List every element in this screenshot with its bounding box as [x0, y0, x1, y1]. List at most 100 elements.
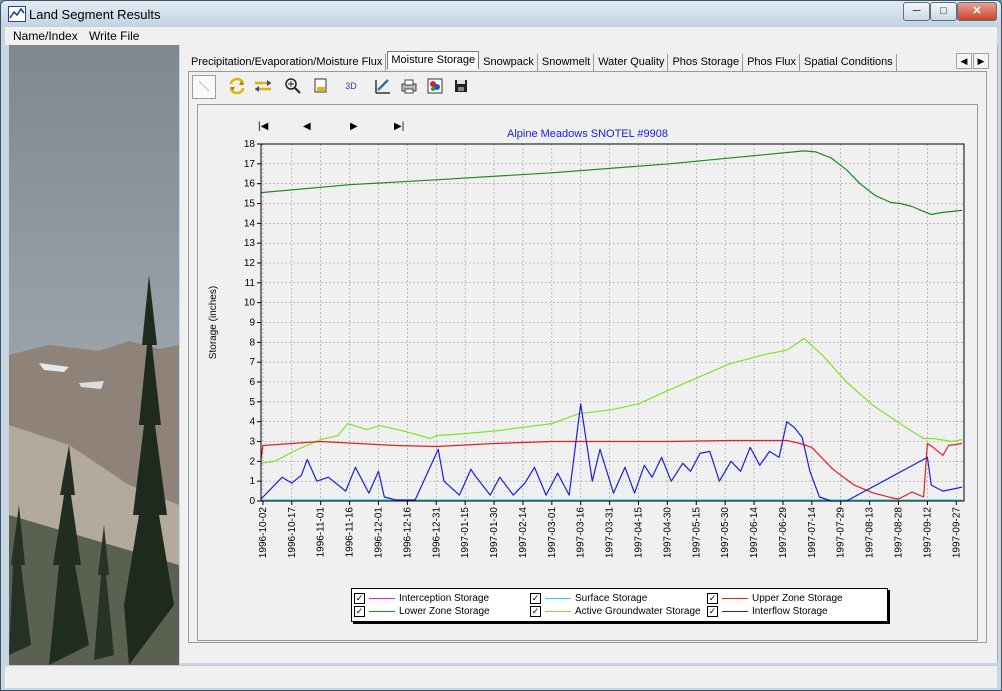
status-bar [5, 665, 997, 688]
3d-icon[interactable]: 3D [340, 75, 362, 97]
x-tick-label: 1997-02-14 [518, 507, 529, 559]
title-bar[interactable]: Land Segment Results ─ □ ✕ [1, 1, 1001, 27]
edit-chart-icon[interactable] [372, 75, 394, 97]
legend-item-interflow-storage[interactable]: ✓ Interflow Storage [707, 605, 828, 618]
x-tick-label: 1997-06-29 [778, 507, 789, 559]
maximize-button[interactable]: □ [930, 2, 957, 21]
x-tick-label: 1997-07-14 [807, 507, 818, 559]
y-tick-label: 12 [244, 258, 256, 269]
x-tick-label: 1997-05-15 [691, 507, 702, 559]
y-tick-label: 14 [244, 218, 256, 229]
x-tick-label: 1997-06-14 [749, 507, 760, 559]
y-tick-label: 15 [244, 199, 256, 210]
color-palette-icon[interactable] [424, 75, 446, 97]
y-tick-label: 8 [249, 337, 255, 348]
x-tick-label: 1997-07-29 [836, 507, 847, 559]
y-tick-label: 18 [244, 139, 256, 150]
tab-strip: Precipitation/Evaporation/Moisture Flux M… [188, 51, 898, 71]
application-window: Land Segment Results ─ □ ✕ Name/Index Wr… [0, 0, 1002, 691]
y-tick-label: 17 [244, 159, 256, 170]
legend-label: Active Groundwater Storage [575, 606, 701, 617]
page-setup-icon[interactable] [310, 75, 332, 97]
legend-checkbox[interactable]: ✓ [707, 605, 718, 617]
save-icon[interactable] [450, 75, 472, 97]
refresh-icon[interactable] [226, 75, 248, 97]
tab-precipitation-evaporation-moisture-flux[interactable]: Precipitation/Evaporation/Moisture Flux [188, 54, 387, 71]
tab-scroll-left-button[interactable]: ◀ [956, 53, 972, 69]
legend-label: Upper Zone Storage [752, 593, 843, 604]
legend-label: Lower Zone Storage [399, 606, 490, 617]
legend-swatch [545, 610, 571, 612]
tab-snowmelt[interactable]: Snowmelt [539, 54, 595, 71]
legend-swatch [369, 610, 395, 612]
y-tick-label: 0 [249, 496, 255, 507]
menu-write-file[interactable]: Write File [89, 29, 139, 43]
zoom-icon[interactable] [282, 75, 304, 97]
legend-item-upper-zone-storage[interactable]: ✓ Upper Zone Storage [707, 592, 843, 605]
x-tick-label: 1997-09-12 [922, 507, 933, 559]
x-tick-label: 1997-03-31 [605, 507, 616, 559]
tab-moisture-storage[interactable]: Moisture Storage [387, 51, 480, 69]
legend-label: Surface Storage [575, 593, 648, 604]
chart-legend: ✓ Interception Storage ✓ Surface Storage ✓ Up… [351, 588, 888, 622]
x-tick-label: 1997-05-30 [720, 507, 731, 559]
x-tick-label: 1996-12-16 [402, 507, 413, 559]
x-tick-label: 1997-04-15 [634, 507, 645, 559]
y-tick-label: 1 [249, 476, 255, 487]
x-tick-label: 1996-11-16 [345, 507, 356, 558]
x-tick-label: 1996-12-31 [431, 507, 442, 559]
legend-checkbox[interactable]: ✓ [707, 592, 718, 604]
x-tick-label: 1997-01-30 [489, 507, 500, 559]
legend-swatch [369, 597, 395, 599]
tab-scroll-arrows: ◀ ▶ [955, 53, 989, 69]
menu-bar: Name/Index Write File [5, 27, 997, 45]
tab-snowpack[interactable]: Snowpack [480, 54, 538, 71]
legend-item-surface-storage[interactable]: ✓ Surface Storage [530, 592, 647, 605]
legend-label: Interflow Storage [752, 606, 828, 617]
tab-scroll-right-button[interactable]: ▶ [973, 53, 989, 69]
x-tick-label: 1997-01-15 [460, 507, 471, 559]
legend-swatch [722, 597, 748, 599]
landscape-photo [9, 45, 179, 665]
x-tick-label: 1996-10-17 [287, 507, 298, 559]
minimize-button[interactable]: ─ [903, 2, 930, 21]
pointer-icon[interactable] [192, 75, 216, 99]
legend-item-interception-storage[interactable]: ✓ Interception Storage [354, 592, 489, 605]
tab-phos-storage[interactable]: Phos Storage [669, 54, 744, 71]
y-tick-label: 16 [244, 179, 256, 190]
y-tick-label: 10 [244, 298, 256, 309]
x-tick-label: 1997-09-27 [951, 507, 962, 559]
y-tick-label: 11 [245, 278, 256, 289]
legend-swatch [545, 597, 571, 599]
tab-water-quality[interactable]: Water Quality [595, 54, 669, 71]
legend-item-active-groundwater-storage[interactable]: ✓ Active Groundwater Storage [530, 605, 701, 618]
x-tick-label: 1997-03-16 [576, 507, 587, 559]
tab-phos-flux[interactable]: Phos Flux [744, 54, 801, 71]
y-tick-label: 6 [249, 377, 255, 388]
legend-checkbox[interactable]: ✓ [354, 605, 365, 617]
x-tick-label: 1997-03-01 [547, 507, 558, 559]
y-tick-label: 7 [249, 357, 255, 368]
legend-checkbox[interactable]: ✓ [354, 592, 365, 604]
tab-spatial-conditions[interactable]: Spatial Conditions [801, 54, 897, 71]
y-tick-label: 5 [249, 397, 255, 408]
close-button[interactable]: ✕ [957, 2, 997, 21]
y-tick-label: 9 [249, 318, 255, 329]
legend-item-lower-zone-storage[interactable]: ✓ Lower Zone Storage [354, 605, 490, 618]
results-panel: Precipitation/Evaporation/Moisture Flux M… [180, 45, 998, 663]
x-tick-label: 1996-10-02 [258, 507, 269, 559]
legend-label: Interception Storage [399, 593, 490, 604]
y-axis-label: Storage (inches) [208, 286, 219, 359]
y-tick-label: 13 [244, 238, 256, 249]
y-tick-label: 2 [249, 456, 255, 467]
menu-name-index[interactable]: Name/Index [13, 29, 78, 43]
window-title: Land Segment Results [29, 7, 161, 22]
y-tick-label: 3 [249, 437, 255, 448]
print-icon[interactable] [398, 75, 420, 97]
x-tick-label: 1997-08-13 [865, 507, 876, 559]
legend-checkbox[interactable]: ✓ [530, 605, 541, 617]
chart-area: |◀ ◀ ▶ ▶| Alpine Meadows SNOTEL #9908 01… [197, 104, 978, 641]
legend-checkbox[interactable]: ✓ [530, 592, 541, 604]
axis-scale-icon[interactable] [252, 75, 274, 97]
y-tick-label: 4 [249, 417, 255, 428]
